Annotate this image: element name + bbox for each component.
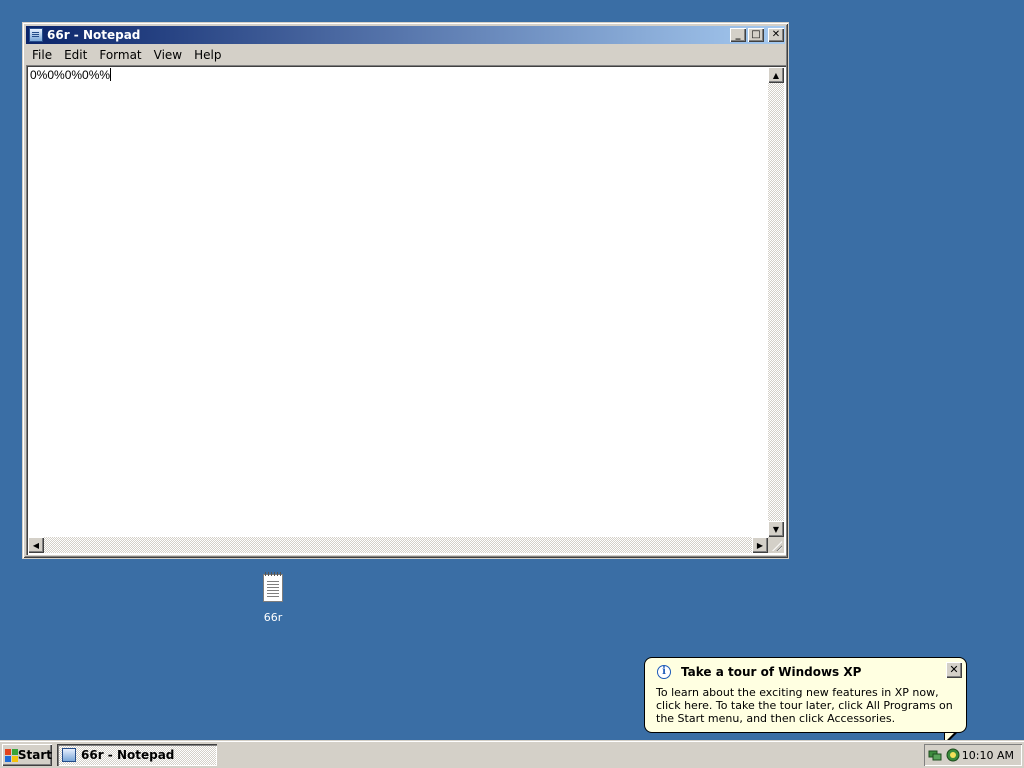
- notepad-icon[interactable]: [29, 28, 43, 42]
- start-button[interactable]: Start: [2, 744, 52, 766]
- clock[interactable]: 10:10 AM: [962, 749, 1014, 762]
- notepad-icon: [62, 748, 76, 762]
- menu-bar: File Edit Format View Help: [26, 45, 785, 64]
- editor-text[interactable]: 0%0%0%0%%: [30, 68, 112, 82]
- minimize-button[interactable]: _: [730, 28, 746, 42]
- desktop-icon-label: 66r: [263, 611, 283, 624]
- balloon-message[interactable]: To learn about the exciting new features…: [656, 686, 961, 725]
- notepad-window[interactable]: 66r - Notepad _ □ ✕ File Edit Format Vie…: [22, 22, 789, 559]
- info-icon: i: [657, 665, 671, 679]
- taskbar: Start 66r - Notepad 10:10 AM: [0, 740, 1024, 768]
- tour-balloon[interactable]: i Take a tour of Windows XP ✕ To learn a…: [644, 657, 967, 733]
- scroll-left-button[interactable]: ◀: [28, 537, 44, 553]
- menu-help[interactable]: Help: [188, 48, 227, 62]
- taskbar-item-label: 66r - Notepad: [81, 748, 175, 762]
- scroll-right-button[interactable]: ▶: [752, 537, 768, 553]
- title-bar[interactable]: 66r - Notepad _ □ ✕: [26, 26, 785, 44]
- network-icon[interactable]: [928, 748, 942, 762]
- text-document-icon: [263, 572, 283, 602]
- close-button[interactable]: ✕: [768, 28, 784, 42]
- scroll-up-button[interactable]: ▲: [768, 67, 784, 83]
- menu-file[interactable]: File: [26, 48, 58, 62]
- text-caret: [110, 68, 112, 81]
- tour-icon[interactable]: [946, 748, 960, 762]
- start-label: Start: [17, 748, 52, 762]
- text-editor[interactable]: 0%0%0%0%% ▲ ▼ ◀ ▶: [26, 65, 786, 555]
- resize-grip[interactable]: [768, 537, 784, 553]
- editor-content: 0%0%0%0%%: [30, 68, 111, 82]
- desktop-icon-66r[interactable]: 66r: [252, 572, 294, 624]
- scroll-down-button[interactable]: ▼: [768, 521, 784, 537]
- taskbar-item-notepad[interactable]: 66r - Notepad: [57, 744, 217, 766]
- system-tray: 10:10 AM: [924, 744, 1022, 766]
- windows-logo-icon: [5, 748, 18, 762]
- window-title: 66r - Notepad: [47, 28, 141, 42]
- horizontal-scrollbar[interactable]: ◀ ▶: [28, 537, 768, 553]
- menu-edit[interactable]: Edit: [58, 48, 93, 62]
- balloon-title: Take a tour of Windows XP: [681, 665, 862, 679]
- menu-view[interactable]: View: [148, 48, 188, 62]
- menu-format[interactable]: Format: [93, 48, 147, 62]
- vertical-scrollbar[interactable]: ▲ ▼: [768, 67, 784, 537]
- maximize-button[interactable]: □: [748, 28, 764, 42]
- balloon-close-button[interactable]: ✕: [946, 662, 962, 678]
